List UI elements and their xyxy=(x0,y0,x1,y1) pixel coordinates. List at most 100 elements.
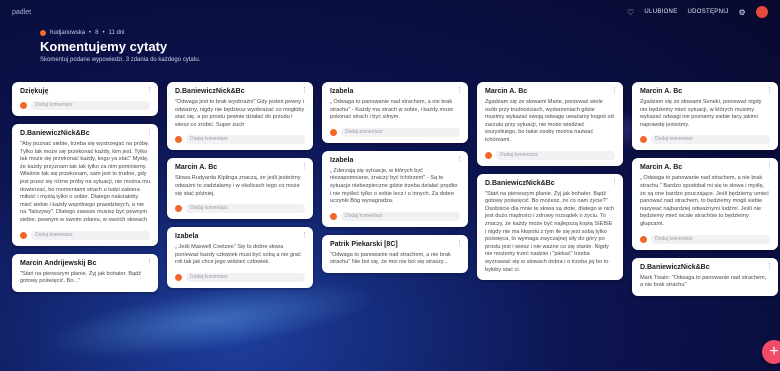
comment-row: Dodaj komentarz xyxy=(175,135,305,145)
post-author: D.BaniewiczNick&Bc xyxy=(175,88,245,95)
more-options-icon[interactable]: ⋮ xyxy=(146,128,153,136)
post-text: „ Jeśli Maxwell Coetzee" Się to dobre sł… xyxy=(175,244,301,266)
board-header: hudjanowska • 8 • 11 dni Komentujemy cyt… xyxy=(40,30,200,63)
comment-input[interactable]: Dodaj komentarz xyxy=(341,127,460,137)
more-options-icon[interactable]: ⋮ xyxy=(766,162,773,170)
more-options-icon[interactable]: ⋮ xyxy=(456,86,463,94)
post-text: Zgadzam się ze słowami Marie, ponieważ w… xyxy=(485,99,614,143)
page-subtitle: Skomentuj podane wypowiedzi. 3 zdania do… xyxy=(40,57,201,63)
comment-input[interactable]: Dodaj komentarz xyxy=(186,204,305,214)
comment-avatar xyxy=(485,151,492,159)
favorite-button[interactable]: ULUBIONE xyxy=(644,9,677,15)
comment-input[interactable]: Dodaj komentarz xyxy=(341,211,460,221)
column-2: D.BaniewiczNick&Bc ⋮ "Odwaga jest to bra… xyxy=(167,82,313,288)
comment-row: Dodaj komentarz xyxy=(330,127,460,137)
comment-row: Dodaj komentarz xyxy=(485,150,615,160)
post-card[interactable]: Izabela ⋮ „ Zderzają się sytuacje, w któ… xyxy=(322,150,468,227)
meta-separator: • xyxy=(102,30,105,36)
comment-input[interactable]: Dodaj komentarz xyxy=(31,230,150,240)
post-card[interactable]: Marcin A. Bc ⋮ Zgadzam się ze słowami Se… xyxy=(632,82,778,151)
post-text: Mark Twain: "Odwaga to panowanie nad str… xyxy=(640,274,767,289)
comment-avatar xyxy=(175,273,182,281)
post-author: Marcin A. Bc xyxy=(640,164,683,172)
comment-avatar xyxy=(20,231,27,239)
post-author: Izabela xyxy=(330,156,354,164)
comment-avatar xyxy=(330,128,337,136)
gear-icon[interactable]: ⚙ xyxy=(739,8,746,17)
more-options-icon[interactable]: ⋮ xyxy=(456,239,463,247)
more-options-icon[interactable]: ⋮ xyxy=(301,231,308,239)
post-card[interactable]: Izabela ⋮ „ Odwaga to panowanie nad stra… xyxy=(322,82,468,143)
post-author: Marcin A. Bc xyxy=(485,88,528,95)
post-author: Izabela xyxy=(330,88,354,95)
post-text: „ Odwaga to panowanie nad strachem, a ni… xyxy=(330,99,454,121)
comment-avatar xyxy=(640,235,647,243)
post-card[interactable]: Patrik Piekarski [8C] ⋮ "Odwaga to panow… xyxy=(322,234,468,273)
post-author: D.BaniewiczNick&Bc xyxy=(640,263,710,271)
avatar[interactable] xyxy=(756,6,768,18)
post-author: D.BaniewiczNick&Bc xyxy=(20,130,90,137)
comment-row: Dodaj komentarz xyxy=(640,135,770,145)
more-options-icon[interactable]: ⋮ xyxy=(301,86,308,94)
comment-avatar xyxy=(20,102,27,109)
post-author: D.BaniewiczNick&Bc xyxy=(485,179,555,187)
post-author: Patrik Piekarski [8C] xyxy=(330,240,398,248)
more-options-icon[interactable]: ⋮ xyxy=(611,178,618,186)
post-card[interactable]: Marcin Andrijewskij Bc ⋮ "Stań na pierws… xyxy=(12,253,158,292)
post-text: "Odwaga to panowanie nad strachem, a nie… xyxy=(330,251,451,266)
comment-input[interactable]: Dodaj komentarz xyxy=(186,135,305,145)
comment-row: Dodaj komentarz xyxy=(20,230,150,240)
brand-logo[interactable]: padlet xyxy=(12,9,31,16)
comment-input[interactable]: Dodaj komentarz xyxy=(31,101,150,110)
post-card[interactable]: D.BaniewiczNick&Bc ⋮ "Aby poznać siebie,… xyxy=(12,124,158,246)
post-author: Marcin A. Bc xyxy=(175,164,218,172)
post-author: Marcin Andrijewskij Bc xyxy=(20,259,97,267)
column-1: Dziękuję ⋮ Dodaj komentarz D.BaniewiczNi… xyxy=(12,82,158,292)
top-bar: padlet ♡ ULUBIONE UDOSTĘPNIJ ⚙ xyxy=(0,0,780,24)
comment-input[interactable]: Dodaj komentarz xyxy=(186,272,305,282)
more-options-icon[interactable]: ⋮ xyxy=(146,258,153,266)
more-options-icon[interactable]: ⋮ xyxy=(301,162,308,170)
post-card[interactable]: Marcin A. Bc ⋮ Zgadzam się ze słowami Ma… xyxy=(477,82,623,166)
board-author[interactable]: hudjanowska xyxy=(50,30,85,36)
more-options-icon[interactable]: ⋮ xyxy=(456,155,463,163)
post-text: "Stań na pierwszym planie. Żyj jak bohat… xyxy=(20,270,142,285)
more-options-icon[interactable]: ⋮ xyxy=(766,86,773,94)
post-text: Zgadzam się ze słowami Seneki, ponieważ … xyxy=(640,99,762,128)
comment-input[interactable]: Dodaj komentarz xyxy=(651,135,770,145)
comment-avatar xyxy=(330,212,337,220)
comment-avatar xyxy=(175,136,182,144)
post-text: "Odwaga jest to brak wyobraźni" Gdy jest… xyxy=(175,99,305,128)
column-3: Izabela ⋮ „ Odwaga to panowanie nad stra… xyxy=(322,82,468,273)
column-5: Marcin A. Bc ⋮ Zgadzam się ze słowami Se… xyxy=(632,82,778,296)
post-card[interactable]: D.BaniewiczNick&Bc ⋮ "Stań na pierwszym … xyxy=(477,173,623,281)
share-button[interactable]: UDOSTĘPNIJ xyxy=(688,9,729,15)
comment-row: Dodaj komentarz xyxy=(175,204,305,214)
comment-row: Dodaj komentarz xyxy=(640,234,770,244)
post-author: Marcin A. Bc xyxy=(640,88,683,95)
page-title: Komentujemy cytaty xyxy=(40,39,168,54)
post-card[interactable]: D.BaniewiczNick&Bc ⋮ "Odwaga jest to bra… xyxy=(167,82,313,151)
board-meta: hudjanowska • 8 • 11 dni xyxy=(40,30,200,36)
author-avatar xyxy=(40,30,46,36)
comment-input[interactable]: Dodaj komentarz xyxy=(496,150,615,160)
more-options-icon[interactable]: ⋮ xyxy=(611,86,618,94)
post-text: Słowa Rudyarda Kiplinga znaczą, że jeśli… xyxy=(175,175,301,197)
post-text: „ Odwaga to panowanie nad strachem, a ni… xyxy=(640,175,770,227)
post-card[interactable]: Marcin A. Bc ⋮ Słowa Rudyarda Kiplinga z… xyxy=(167,158,313,220)
comment-avatar xyxy=(175,205,182,213)
post-card[interactable]: Marcin A. Bc ⋮ „ Odwaga to panowanie nad… xyxy=(632,158,778,250)
column-4: Marcin A. Bc ⋮ Zgadzam się ze słowami Ma… xyxy=(477,82,623,281)
post-text: "Aby poznać siebie, trzeba się wystrzega… xyxy=(20,141,150,223)
comment-input[interactable]: Dodaj komentarz xyxy=(651,234,770,244)
more-options-icon[interactable]: ⋮ xyxy=(766,262,773,270)
more-options-icon[interactable]: ⋮ xyxy=(146,86,153,94)
post-card[interactable]: Dziękuję ⋮ Dodaj komentarz xyxy=(12,82,158,116)
heart-icon[interactable]: ♡ xyxy=(627,8,634,17)
post-count: 8 xyxy=(95,30,99,36)
board-age: 11 dni xyxy=(108,30,125,36)
post-text: "Stań na pierwszym planie. Żyj jak bohat… xyxy=(485,190,615,273)
post-card[interactable]: D.BaniewiczNick&Bc ⋮ Mark Twain: "Odwaga… xyxy=(632,257,778,296)
add-post-button[interactable]: + xyxy=(762,340,780,364)
post-card[interactable]: Izabela ⋮ „ Jeśli Maxwell Coetzee" Się t… xyxy=(167,227,313,288)
